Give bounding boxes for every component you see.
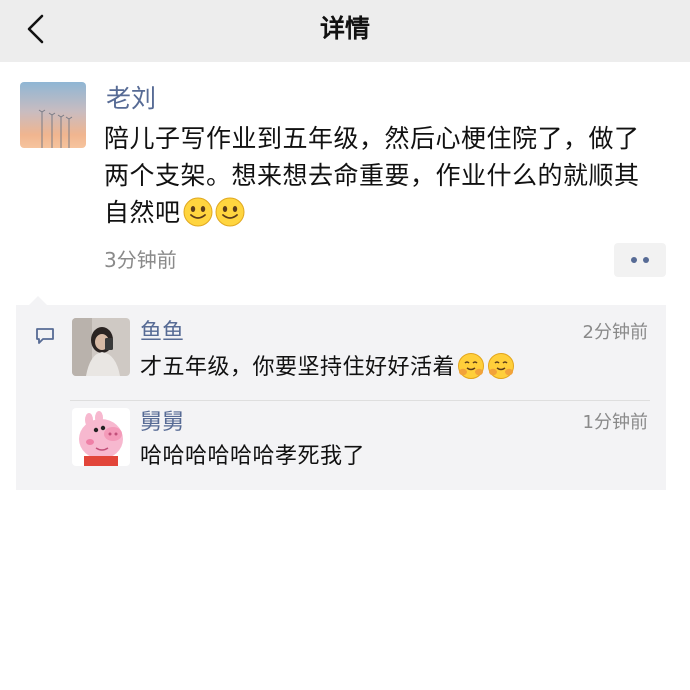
hug-emoji — [487, 352, 515, 390]
comment-timestamp: 1分钟前 — [582, 412, 648, 433]
comment-icon — [34, 326, 56, 346]
post-timestamp: 3分钟前 — [104, 248, 177, 272]
comment-avatar[interactable] — [72, 408, 130, 466]
comment-divider — [70, 400, 650, 401]
page-title: 详情 — [319, 14, 370, 43]
smile-emoji — [183, 197, 213, 237]
post-content: 陪儿子写作业到五年级，然后心梗住院了，做了两个支架。想来想去命重要，作业什么的就… — [104, 120, 664, 237]
smile-emoji — [215, 197, 245, 237]
nav-bar: 详情 — [0, 0, 690, 62]
comment-author-name[interactable]: 舅舅 — [140, 408, 184, 438]
comment-content: 才五年级，你要坚持住好好活着 — [140, 352, 515, 390]
comment-text: 哈哈哈哈哈哈孝死我了 — [140, 444, 366, 469]
comment-timestamp: 2分钟前 — [582, 322, 648, 343]
post-author-name[interactable]: 老刘 — [106, 82, 156, 116]
more-actions-button[interactable] — [614, 243, 666, 277]
post-author-avatar[interactable] — [20, 82, 86, 148]
comment-text: 才五年级，你要坚持住好好活着 — [140, 355, 456, 380]
comment-avatar[interactable] — [72, 318, 130, 376]
hug-emoji — [457, 352, 485, 390]
comment-author-name[interactable]: 鱼鱼 — [140, 318, 184, 348]
